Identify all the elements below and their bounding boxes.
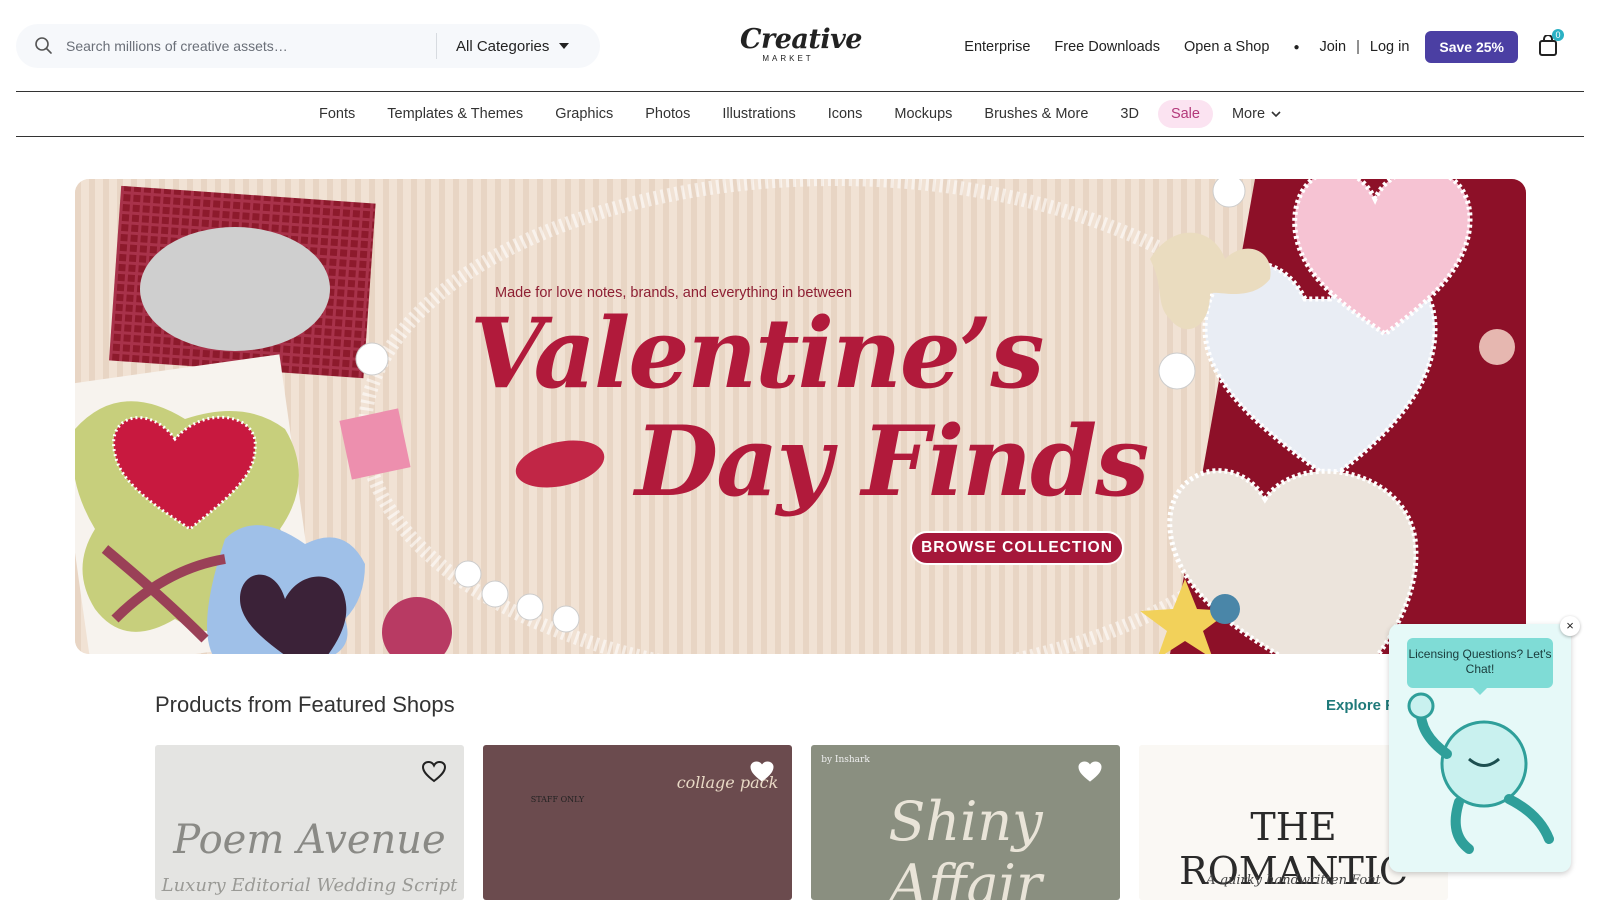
chat-mascot-illustration xyxy=(1407,692,1554,854)
chat-close-button[interactable]: × xyxy=(1560,616,1580,636)
caret-down-icon xyxy=(559,43,570,49)
nav-more-label: More xyxy=(1231,106,1266,122)
nav-separator: | xyxy=(1356,39,1360,55)
creative-market-logo[interactable]: Creative MARKET xyxy=(740,24,862,66)
valentines-hero-banner[interactable]: Made for love notes, brands, and everyth… xyxy=(75,179,1526,654)
logo-main-text: Creative xyxy=(740,24,862,55)
nav-templates-themes[interactable]: Templates & Themes xyxy=(374,100,536,128)
nav-more[interactable]: More xyxy=(1219,100,1294,128)
nav-sale[interactable]: Sale xyxy=(1157,100,1213,128)
category-dropdown-label: All Categories xyxy=(456,37,550,55)
product-card-subtitle: A quirky handwritten Font xyxy=(1206,873,1381,888)
nav-graphics[interactable]: Graphics xyxy=(542,100,626,128)
chevron-down-icon xyxy=(1271,110,1281,117)
search-divider xyxy=(436,33,437,59)
cart-button[interactable]: 0 xyxy=(1538,29,1564,59)
nav-icons[interactable]: Icons xyxy=(815,100,876,128)
product-card[interactable]: Poem Avenue Luxury Editorial Wedding Scr… xyxy=(155,745,464,900)
heart-icon[interactable] xyxy=(422,761,446,783)
search-bar: All Categories xyxy=(16,24,600,68)
category-nav: Fonts Templates & Themes Graphics Photos… xyxy=(16,92,1584,137)
nav-3d[interactable]: 3D xyxy=(1107,100,1152,128)
featured-products-grid: Poem Avenue Luxury Editorial Wedding Scr… xyxy=(155,745,1448,900)
nav-photos[interactable]: Photos xyxy=(632,100,703,128)
nav-fonts[interactable]: Fonts xyxy=(306,100,368,128)
logo-sub-text: MARKET xyxy=(762,54,814,63)
product-card-title: Poem Avenue xyxy=(173,817,446,863)
product-card-subtitle: by Inshark xyxy=(821,755,870,765)
nav-illustrations[interactable]: Illustrations xyxy=(709,100,808,128)
licensing-chat-widget[interactable]: Licensing Questions? Let's Chat! xyxy=(1389,624,1571,872)
browse-collection-button[interactable]: BROWSE COLLECTION xyxy=(910,531,1124,565)
cart-count-badge: 0 xyxy=(1552,29,1564,41)
nav-dot: ● xyxy=(1293,41,1300,53)
search-input[interactable] xyxy=(66,24,426,68)
banner-title-line2: Day Finds xyxy=(635,405,1149,518)
product-card-title: Shiny Affair xyxy=(888,790,1043,900)
product-card-title: collage pack xyxy=(676,773,779,792)
top-nav: Enterprise Free Downloads Open a Shop ● … xyxy=(940,29,1564,64)
nav-brushes-more[interactable]: Brushes & More xyxy=(971,100,1101,128)
site-header: All Categories Creative MARKET Enterpris… xyxy=(16,0,1584,92)
product-card-subtitle: Luxury Editorial Wedding Script xyxy=(161,875,458,896)
save-25-button[interactable]: Save 25% xyxy=(1425,31,1518,63)
login-link[interactable]: Log in xyxy=(1370,39,1410,55)
featured-shops-heading: Products from Featured Shops xyxy=(155,692,455,717)
enterprise-link[interactable]: Enterprise xyxy=(964,39,1030,55)
explore-featured-link[interactable]: Explore F xyxy=(1326,697,1394,714)
search-icon[interactable] xyxy=(34,36,54,56)
product-card[interactable]: Shiny Affair by Inshark xyxy=(811,745,1120,900)
open-a-shop-link[interactable]: Open a Shop xyxy=(1184,39,1269,55)
banner-title-line1: Valentine’s xyxy=(470,297,1044,410)
nav-mockups[interactable]: Mockups xyxy=(881,100,965,128)
join-link[interactable]: Join xyxy=(1319,39,1346,55)
product-card[interactable]: collage pack STAFF ONLY xyxy=(483,745,792,900)
product-card-subtitle: STAFF ONLY xyxy=(530,795,585,804)
category-dropdown[interactable]: All Categories xyxy=(456,24,570,68)
heart-icon[interactable] xyxy=(1078,761,1102,783)
free-downloads-link[interactable]: Free Downloads xyxy=(1054,39,1160,55)
